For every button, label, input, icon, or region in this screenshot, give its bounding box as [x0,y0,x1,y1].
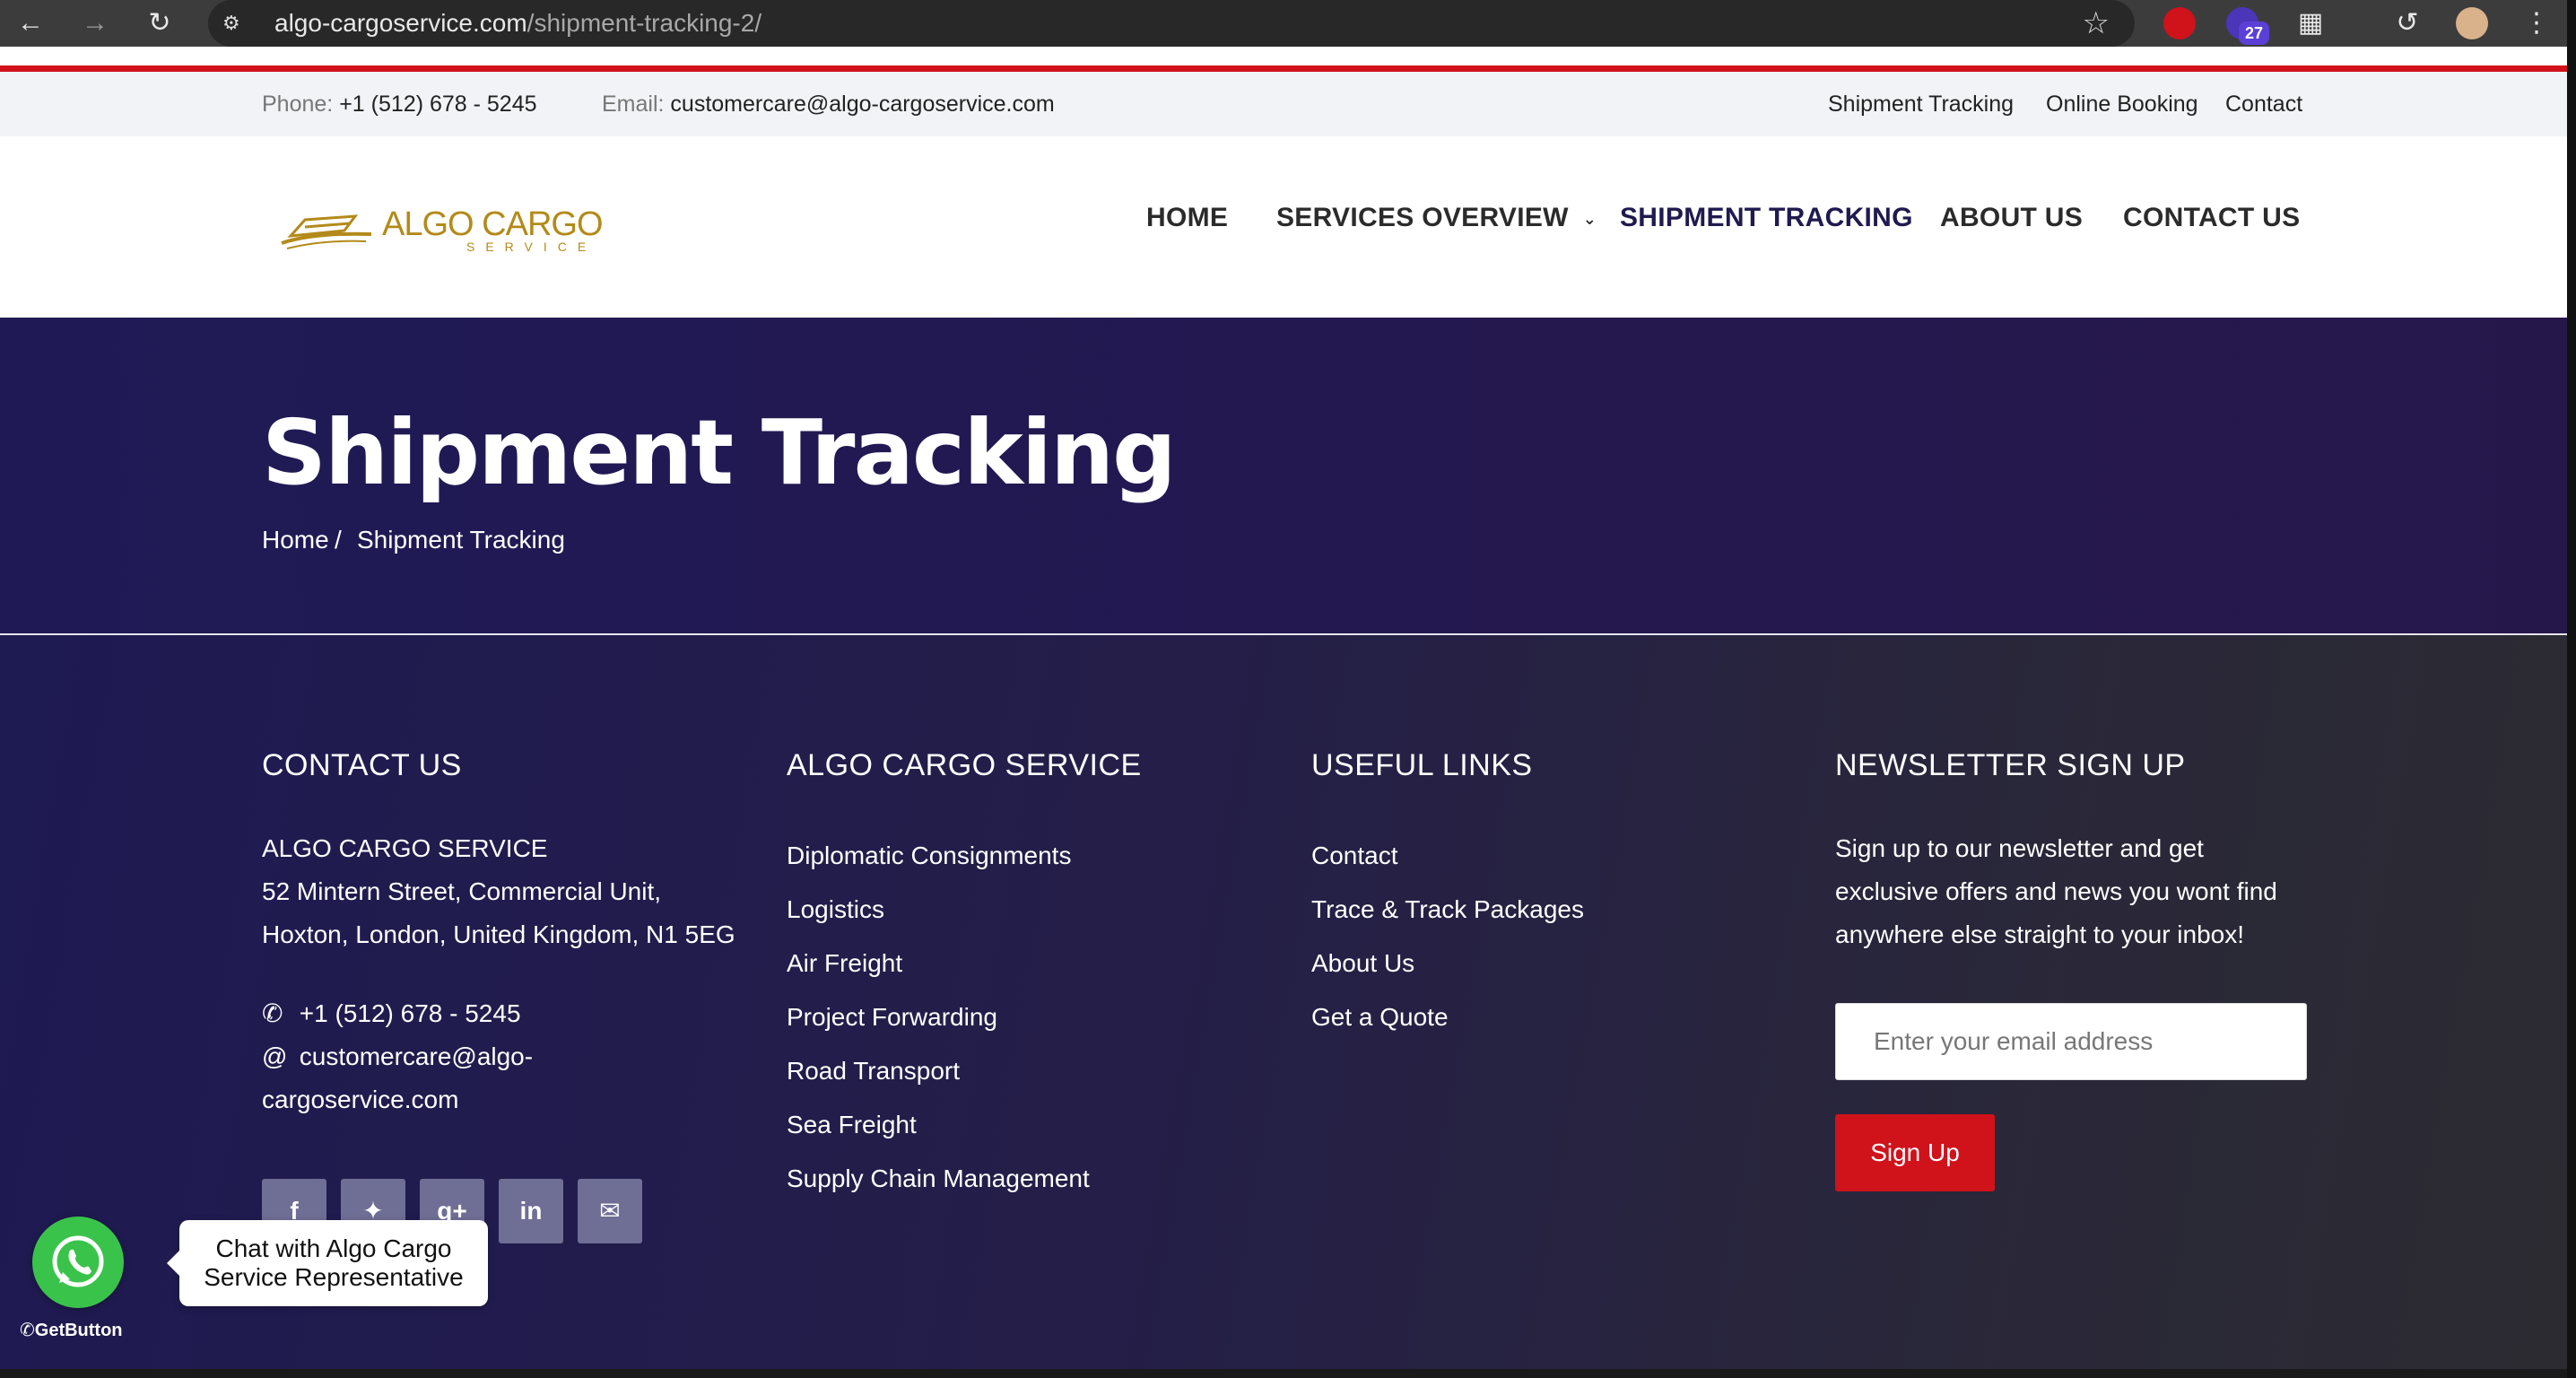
bottom-strip [0,1369,2576,1378]
site-header: ALGO CARGO SERVICE HOME SERVICES OVERVIE… [0,136,2576,318]
window-edge [2567,0,2576,1378]
extension-adblock-icon[interactable] [2163,7,2196,39]
footer-service-link[interactable]: Air Freight [787,949,902,978]
footer-service-link[interactable]: Supply Chain Management [787,1164,1090,1193]
footer-service-link[interactable]: Project Forwarding [787,1003,997,1032]
extensions-puzzle-icon[interactable]: ▦ [2293,5,2328,41]
phone-icon: ✆ [262,999,283,1027]
newsletter-text-line2: exclusive offers and news you wont find [1835,877,2277,905]
toplink-online-booking[interactable]: Online Booking [2046,72,2198,136]
footer-address-line2: Hoxton, London, United Kingdom, N1 5EG [262,920,735,948]
newsletter-email-input[interactable] [1835,1003,2307,1080]
newsletter-text-line3: anywhere else straight to your inbox! [1835,920,2245,948]
nav-about-us[interactable]: ABOUT US [1940,203,2083,233]
bookmark-star-icon[interactable]: ☆ [2083,4,2110,43]
ship-logo-icon [281,214,372,249]
nav-shipment-tracking[interactable]: SHIPMENT TRACKING [1620,203,1913,233]
breadcrumb-current: Shipment Tracking [357,526,565,554]
footer-useful-heading: USEFUL LINKS [1311,748,1533,782]
site-logo[interactable]: ALGO CARGO SERVICE [278,204,603,257]
topbar-phone: Phone: +1 (512) 678 - 5245 [262,92,537,117]
footer-useful-link[interactable]: Trace & Track Packages [1311,895,1584,924]
getbutton-icon: ✆ [20,1321,35,1340]
footer-service-link[interactable]: Road Transport [787,1057,960,1086]
page-title: Shipment Tracking [262,400,1177,505]
footer-service-link[interactable]: Logistics [787,895,884,924]
extension-badge: 27 [2239,22,2269,45]
site-settings-icon[interactable]: ⚙ [222,11,249,36]
getbutton-brand[interactable]: ✆GetButton [20,1319,123,1341]
whatsapp-icon [52,1235,104,1287]
breadcrumb-home[interactable]: Home [262,526,329,554]
footer-useful-link[interactable]: Contact [1311,842,1398,870]
footer-newsletter-heading: NEWSLETTER SIGN UP [1835,748,2186,782]
toplink-contact[interactable]: Contact [2225,72,2302,136]
footer-email[interactable]: @ customercare@algo- [262,1035,533,1078]
whatsapp-chat-button[interactable] [32,1217,124,1308]
newsletter-text-line1: Sign up to our newsletter and get [1835,834,2204,862]
footer-service-link[interactable]: Sea Freight [787,1111,917,1139]
footer-company-name: ALGO CARGO SERVICE [262,834,548,862]
browser-menu-icon[interactable]: ⋮ [2519,5,2554,41]
nav-contact-us[interactable]: CONTACT US [2123,203,2300,233]
footer-contact-heading: CONTACT US [262,748,462,782]
footer-useful-link[interactable]: About Us [1311,949,1414,978]
chevron-down-icon: ⌄ [1582,209,1597,228]
footer-services-heading: ALGO CARGO SERVICE [787,748,1142,782]
url-text[interactable]: algo-cargoservice.com/shipment-tracking-… [274,0,761,47]
breadcrumb-separator: / [335,526,342,554]
footer-phone: ✆ +1 (512) 678 - 5245 [262,992,521,1035]
forward-icon[interactable]: → [77,5,113,41]
sync-icon[interactable]: ↺ [2389,5,2425,41]
back-icon[interactable]: ← [13,5,48,41]
whatsapp-tooltip[interactable]: Chat with Algo Cargo Service Representat… [167,1220,488,1306]
linkedin-icon[interactable]: in [499,1179,563,1243]
sign-up-button[interactable]: Sign Up [1835,1114,1995,1191]
toplink-shipment-tracking[interactable]: Shipment Tracking [1828,72,2014,136]
top-info-bar: Phone: +1 (512) 678 - 5245 Email: custom… [0,72,2576,136]
nav-home[interactable]: HOME [1146,203,1228,233]
footer-useful-link[interactable]: Get a Quote [1311,1003,1449,1032]
footer-service-link[interactable]: Diplomatic Consignments [787,842,1071,870]
profile-avatar[interactable] [2456,7,2488,39]
browser-toolbar: ← → ↻ ⚙ algo-cargoservice.com/shipment-t… [0,0,2576,47]
topbar-email: Email: customercare@algo-cargoservice.co… [602,92,1055,117]
footer-email-continued[interactable]: cargoservice.com [262,1078,458,1121]
footer-address-line1: 52 Mintern Street, Commercial Unit, [262,877,662,905]
page-hero: Shipment Tracking Home / Shipment Tracki… [0,318,2576,635]
at-icon: @ [262,1042,288,1070]
logo-subtitle: SERVICE [466,240,597,254]
nav-services-overview[interactable]: SERVICES OVERVIEW ⌄ [1276,203,1597,233]
address-bar[interactable]: ⚙ algo-cargoservice.com/shipment-trackin… [208,0,2135,47]
mail-icon[interactable]: ✉ [578,1179,642,1243]
reload-icon[interactable]: ↻ [142,5,178,41]
logo-name: ALGO CARGO [382,205,603,243]
